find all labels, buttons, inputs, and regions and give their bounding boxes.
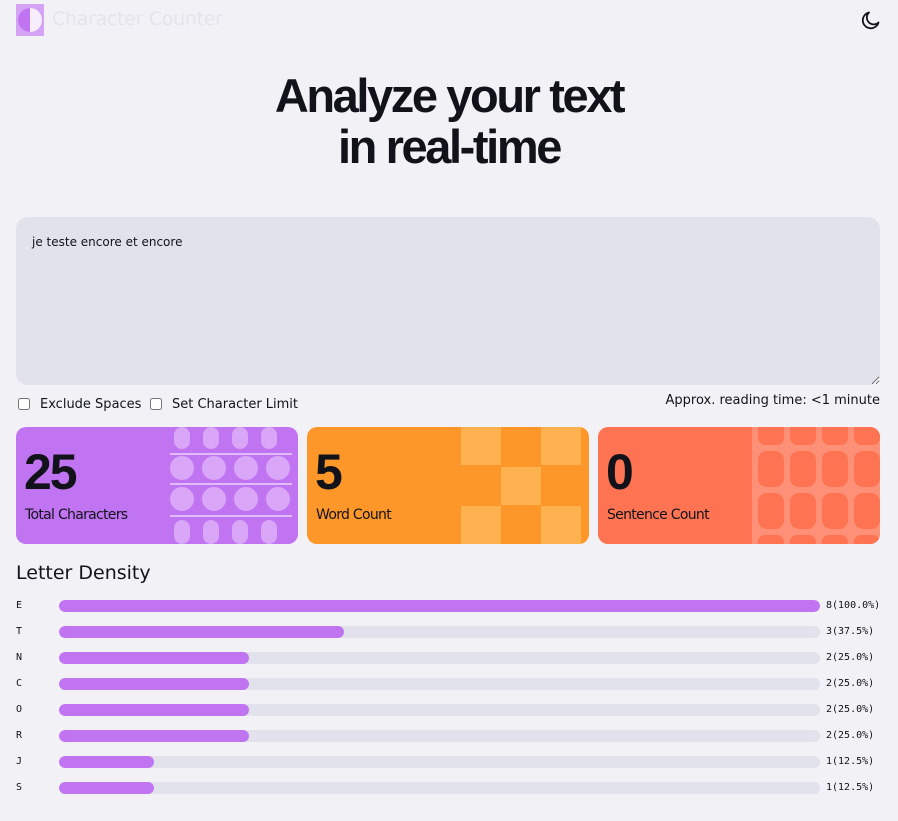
density-row: J 1(12.5%) (0, 755, 898, 769)
checker-pattern-icon (461, 427, 581, 544)
density-count: 1(12.5%) (826, 756, 875, 767)
density-count: 3(37.5%) (826, 626, 875, 637)
density-bar-track (59, 730, 820, 742)
density-row: R 2(25.0%) (0, 729, 898, 743)
density-row: S 1(12.5%) (0, 781, 898, 795)
character-limit-option[interactable]: Set Character Limit (150, 396, 298, 412)
rounded-grid-pattern-icon (752, 427, 880, 544)
word-count-card: 5 Word Count (307, 427, 589, 544)
sentence-count-card: 0 Sentence Count (598, 427, 880, 544)
density-bar-track (59, 782, 820, 794)
density-bar-track (59, 600, 820, 612)
app-header: Character Counter (0, 0, 898, 40)
density-bar-track (59, 626, 820, 638)
density-bar-track (59, 652, 820, 664)
density-bar-fill (59, 704, 249, 716)
density-letter: R (16, 730, 23, 741)
density-bar-fill (59, 678, 249, 690)
reading-time: Approx. reading time: <1 minute (665, 393, 880, 408)
density-count: 2(25.0%) (826, 652, 875, 663)
density-bar-track (59, 756, 820, 768)
sentence-count-value: 0 (606, 444, 634, 500)
sentence-count-label: Sentence Count (607, 507, 710, 523)
density-letter: S (16, 782, 23, 793)
total-characters-card: 25 Total Characters (16, 427, 298, 544)
hero-line-1: Analyze your text (274, 69, 626, 122)
word-count-label: Word Count (316, 507, 392, 523)
circles-pattern-icon (170, 427, 292, 544)
density-letter: O (16, 704, 23, 715)
density-row: N 2(25.0%) (0, 651, 898, 665)
density-bar-fill (59, 626, 344, 638)
total-characters-value: 25 (24, 444, 78, 500)
letter-density-title: Letter Density (16, 562, 151, 584)
hero-line-2: in real-time (338, 120, 562, 173)
density-letter: J (16, 756, 23, 767)
density-letter: N (16, 652, 23, 663)
exclude-spaces-label: Exclude Spaces (40, 396, 142, 412)
density-bar-track (59, 704, 820, 716)
character-limit-label: Set Character Limit (172, 396, 299, 412)
density-row: C 2(25.0%) (0, 677, 898, 691)
density-bar-fill (59, 600, 820, 612)
density-letter: C (16, 678, 23, 689)
density-row: E 8(100.0%) (0, 599, 898, 613)
density-letter: E (16, 600, 23, 611)
moon-icon[interactable] (859, 8, 883, 32)
density-count: 2(25.0%) (826, 704, 875, 715)
density-row: O 2(25.0%) (0, 703, 898, 717)
total-characters-label: Total Characters (25, 507, 128, 523)
density-bar-fill (59, 652, 249, 664)
density-row: T 3(37.5%) (0, 625, 898, 639)
density-bar-fill (59, 756, 154, 768)
density-count: 1(12.5%) (826, 782, 875, 793)
app-name[interactable]: Character Counter (52, 8, 223, 30)
density-count: 2(25.0%) (826, 730, 875, 741)
density-count: 8(100.0%) (826, 600, 881, 611)
density-letter: T (16, 626, 23, 637)
exclude-spaces-checkbox[interactable] (18, 398, 30, 410)
density-bar-fill (59, 782, 154, 794)
exclude-spaces-option[interactable]: Exclude Spaces (18, 396, 141, 412)
text-input[interactable] (16, 217, 880, 385)
density-bar-fill (59, 730, 249, 742)
half-circle-logo-icon[interactable] (16, 4, 44, 36)
density-count: 2(25.0%) (826, 678, 875, 689)
word-count-value: 5 (315, 444, 343, 500)
character-limit-checkbox[interactable] (150, 398, 162, 410)
density-bar-track (59, 678, 820, 690)
hero-title: Analyze your text in real-time (0, 70, 898, 172)
